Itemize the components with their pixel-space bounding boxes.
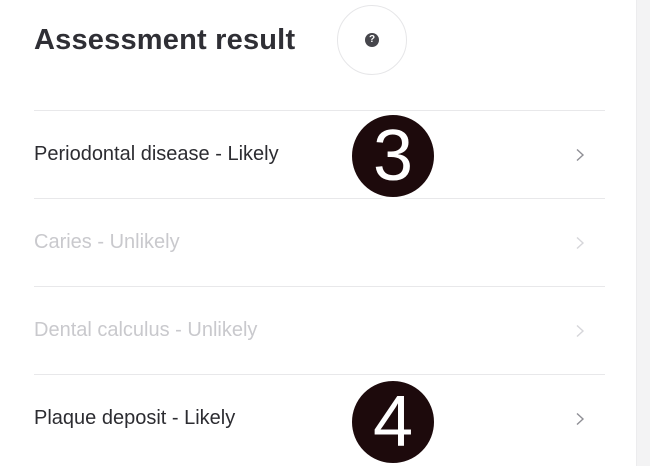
result-label: Dental calculus - Unlikely	[34, 319, 258, 341]
result-row-periodontal-disease[interactable]: Periodontal disease - Likely	[34, 110, 605, 198]
help-button[interactable]: ?	[337, 5, 407, 75]
result-label: Plaque deposit - Likely	[34, 407, 236, 429]
annotation-marker-4: 4	[349, 378, 437, 466]
result-row-plaque-deposit[interactable]: Plaque deposit - Likely	[34, 374, 605, 462]
annotation-marker-3: 3	[349, 112, 437, 200]
result-row-dental-calculus[interactable]: Dental calculus - Unlikely	[34, 286, 605, 374]
result-label: Periodontal disease - Likely	[34, 143, 279, 165]
chevron-right-icon	[576, 236, 585, 249]
result-row-caries[interactable]: Caries - Unlikely	[34, 198, 605, 286]
side-panel-edge	[636, 0, 650, 466]
page-title: Assessment result	[34, 23, 296, 56]
result-label: Caries - Unlikely	[34, 231, 180, 253]
chevron-right-icon	[576, 324, 585, 337]
result-list: Periodontal disease - Likely Caries - Un…	[34, 110, 605, 462]
chevron-right-icon	[576, 148, 585, 161]
assessment-panel: Assessment result ? Periodontal disease …	[0, 0, 636, 466]
chevron-right-icon	[576, 412, 585, 425]
assessment-header: Assessment result	[34, 8, 295, 72]
question-circle-icon: ?	[365, 33, 379, 47]
